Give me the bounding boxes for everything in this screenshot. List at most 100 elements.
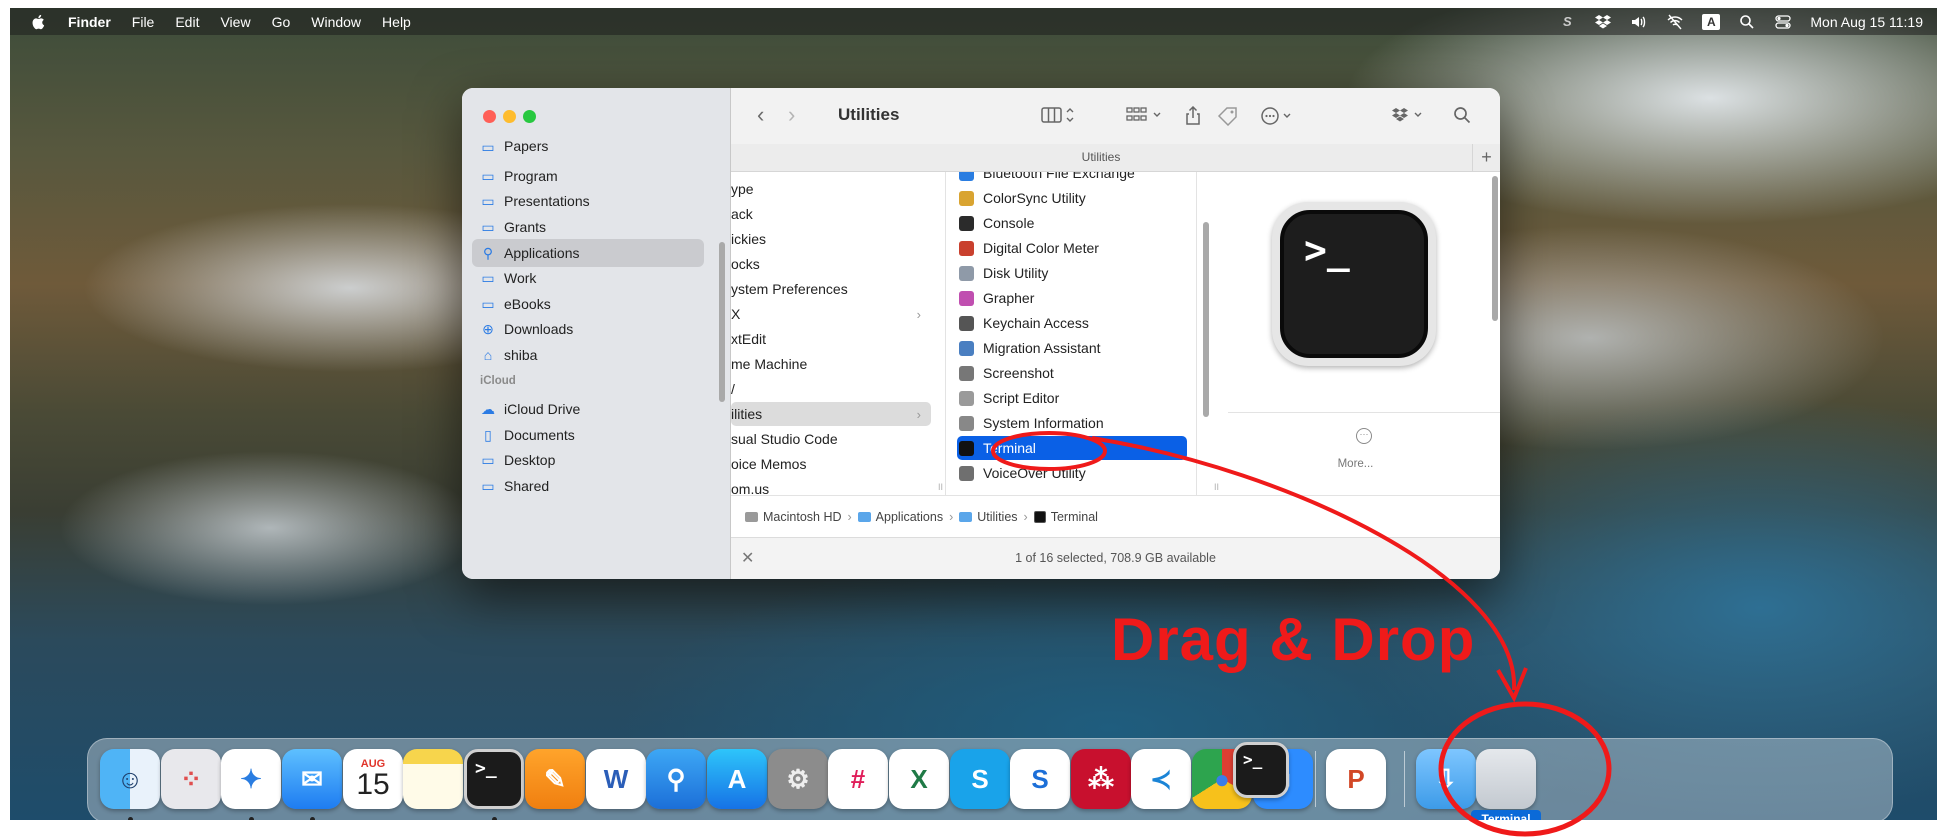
menu-edit[interactable]: Edit (175, 14, 199, 30)
sidebar-item-ebooks[interactable]: ▭ eBooks (472, 290, 704, 318)
spotlight-icon[interactable] (1738, 14, 1756, 30)
menu-go[interactable]: Go (272, 14, 291, 30)
sidebar-item-applications[interactable]: ⚲ Applications (472, 239, 704, 267)
utilities-item-disk-utility[interactable]: Disk Utility (957, 261, 1187, 285)
group-button[interactable] (1126, 106, 1164, 124)
menu-view[interactable]: View (220, 14, 250, 30)
path-segment-utilities[interactable]: Utilities (959, 510, 1018, 524)
more-icon[interactable]: ··· (1356, 428, 1372, 444)
launchpad-icon[interactable]: ⁘ (161, 749, 221, 809)
utilities-item-script-editor[interactable]: Script Editor (957, 386, 1187, 410)
menu-help[interactable]: Help (382, 14, 411, 30)
sidebar-item-grants[interactable]: ▭ Grants (472, 213, 704, 241)
back-button[interactable]: ‹ (757, 102, 764, 128)
dropbox-icon[interactable] (1594, 14, 1612, 30)
dropbox-toolbar-button[interactable] (1391, 106, 1425, 124)
utilities-item-terminal[interactable]: Terminal (957, 436, 1187, 460)
terminal-icon[interactable]: >_ (464, 749, 524, 809)
column1-item[interactable]: / (731, 377, 931, 401)
path-segment-macintosh-hd[interactable]: Macintosh HD (745, 510, 842, 524)
column1-item[interactable]: sual Studio Code (731, 427, 931, 451)
column2-scrollbar[interactable] (1203, 222, 1209, 417)
column1-item[interactable]: ickies (731, 227, 931, 251)
app-store-icon[interactable]: A (707, 749, 767, 809)
column1-item[interactable]: oice Memos (731, 452, 931, 476)
column1-item[interactable]: ystem Preferences (731, 277, 931, 301)
sidebar-item-work[interactable]: ▭ Work (472, 264, 704, 292)
sidebar-scrollbar[interactable] (719, 242, 725, 402)
sidebar-item-desktop[interactable]: ▭ Desktop (472, 446, 704, 474)
share-button[interactable] (1184, 106, 1202, 126)
utilities-item-keychain-access[interactable]: Keychain Access (957, 311, 1187, 335)
system-preferences-icon[interactable]: ⚙ (768, 749, 828, 809)
safari-icon[interactable]: ✦ (221, 749, 281, 809)
action-button[interactable] (1260, 106, 1294, 126)
keynote-icon[interactable]: ⚲ (646, 749, 706, 809)
column2-resize-handle[interactable]: II (1214, 482, 1219, 492)
trash-icon[interactable] (1476, 749, 1536, 809)
menubar-clock[interactable]: Mon Aug 15 11:19 (1810, 14, 1923, 30)
word-icon[interactable]: W (586, 749, 646, 809)
utilities-item-system-information[interactable]: System Information (957, 411, 1187, 435)
utilities-item-grapher[interactable]: Grapher (957, 286, 1187, 310)
sidebar-item-shiba[interactable]: ⌂ shiba (472, 341, 704, 369)
scrivener-icon[interactable]: S (1010, 749, 1070, 809)
column1-item[interactable]: om.us (731, 477, 931, 495)
column1-item[interactable]: ocks (731, 252, 931, 276)
path-segment-applications[interactable]: Applications (857, 510, 943, 524)
sidebar-item-program[interactable]: ▭ Program (472, 162, 704, 190)
column1-item[interactable]: ack (731, 202, 931, 226)
utilities-item-screenshot[interactable]: Screenshot (957, 361, 1187, 385)
sidebar-item-papers[interactable]: ▭ Papers (472, 136, 704, 154)
sidebar-item-icloud-drive[interactable]: ☁ iCloud Drive (472, 395, 704, 423)
search-button[interactable] (1453, 106, 1471, 124)
sidebar-item-shared[interactable]: ▭ Shared (472, 472, 704, 500)
sidebar-item-downloads[interactable]: ⊕ Downloads (472, 315, 704, 343)
mail-icon[interactable]: ✉ (282, 749, 342, 809)
menu-file[interactable]: File (132, 14, 155, 30)
zoom-window-button[interactable] (523, 110, 536, 123)
vscode-icon[interactable]: ≺ (1131, 749, 1191, 809)
tab-utilities[interactable]: Utilities (731, 150, 1471, 164)
downloads-folder-icon[interactable]: ⇩ (1416, 749, 1476, 809)
slack-icon[interactable]: # (828, 749, 888, 809)
utilities-item-digital-color-meter[interactable]: Digital Color Meter (957, 236, 1187, 260)
path-segment-terminal[interactable]: Terminal (1033, 510, 1098, 524)
minimize-window-button[interactable] (503, 110, 516, 123)
column1-item[interactable]: ype (731, 177, 931, 201)
utilities-item-colorsync-utility[interactable]: ColorSync Utility (957, 186, 1187, 210)
menu-app-finder[interactable]: Finder (68, 14, 111, 30)
column1-item[interactable]: xtEdit (731, 327, 931, 351)
calendar-icon[interactable]: AUG 15 (343, 749, 403, 809)
utilities-item-voiceover-utility[interactable]: VoiceOver Utility (957, 461, 1187, 485)
tags-button[interactable] (1217, 106, 1239, 126)
pages-icon[interactable]: ✎ (525, 749, 585, 809)
more-button[interactable]: More... (1228, 458, 1483, 470)
column1-item[interactable]: ilities › (731, 402, 931, 426)
powerpoint-icon[interactable]: P (1326, 749, 1386, 809)
forward-button[interactable]: › (788, 102, 795, 128)
utilities-item-console[interactable]: Console (957, 211, 1187, 235)
control-center-icon[interactable] (1774, 14, 1792, 30)
column1-item[interactable]: me Machine (731, 352, 931, 376)
new-tab-button[interactable]: + (1472, 144, 1500, 172)
menu-window[interactable]: Window (311, 14, 361, 30)
excel-icon[interactable]: X (889, 749, 949, 809)
column1-resize-handle[interactable]: II (938, 482, 943, 492)
mendeley-icon[interactable]: ⁂ (1071, 749, 1131, 809)
preview-scrollbar[interactable] (1492, 176, 1498, 321)
utilities-item-migration-assistant[interactable]: Migration Assistant (957, 336, 1187, 360)
view-mode-button[interactable] (1041, 106, 1075, 124)
column1-item[interactable]: X › (731, 302, 931, 326)
volume-icon[interactable] (1630, 14, 1648, 30)
close-window-button[interactable] (483, 110, 496, 123)
notes-icon[interactable] (403, 749, 463, 809)
sidebar-item-documents[interactable]: ▯ Documents (472, 421, 704, 449)
input-source-icon[interactable]: A (1702, 13, 1721, 30)
utilities-item-bluetooth-file-exchange[interactable]: Bluetooth File Exchange (957, 172, 1187, 185)
sidebar-item-presentations[interactable]: ▭ Presentations (472, 187, 704, 215)
apple-menu-icon[interactable] (30, 13, 48, 31)
finder-icon[interactable]: ☺ (100, 749, 160, 809)
dragged-terminal-icon[interactable]: >_ (1233, 742, 1289, 798)
scripting-icon[interactable]: S (1558, 14, 1576, 30)
